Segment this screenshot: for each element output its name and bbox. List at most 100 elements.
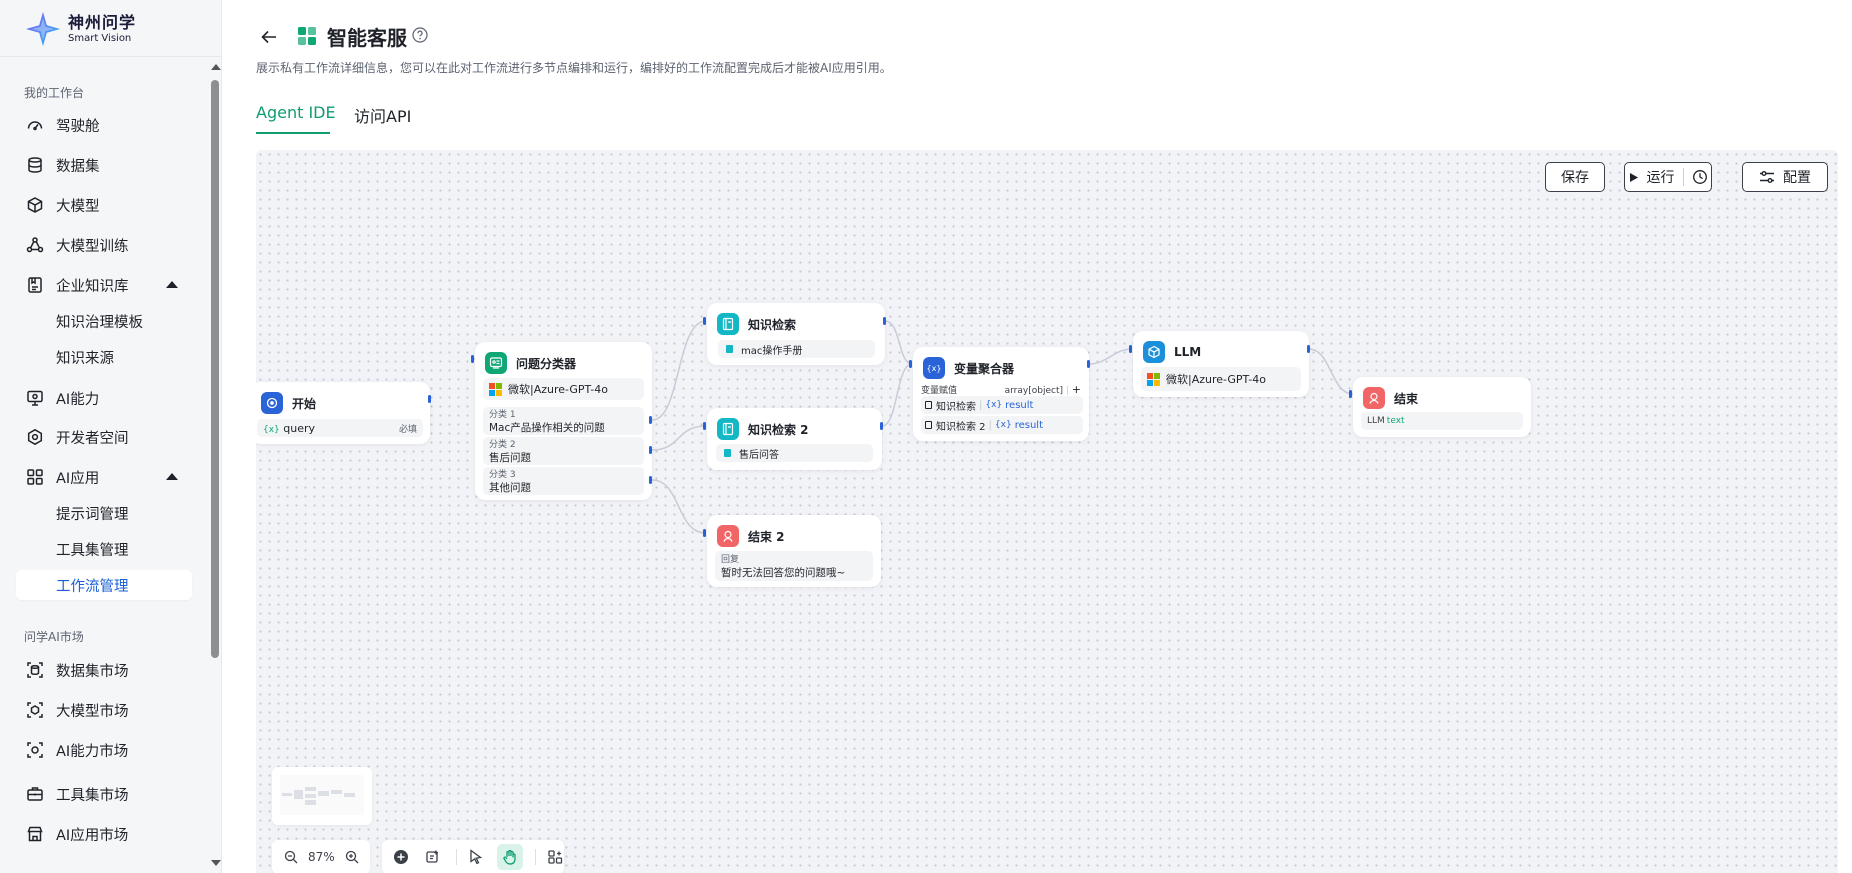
zoom-out-icon[interactable] xyxy=(282,848,300,866)
row-variable: result xyxy=(1005,399,1034,411)
sidebar-subitem-knowledge-source[interactable]: 知识来源 xyxy=(16,342,192,372)
class-item[interactable]: 分类 1 Mac产品操作相关的问题 xyxy=(483,407,644,435)
output-port[interactable] xyxy=(649,476,652,484)
output-port[interactable] xyxy=(1087,360,1090,368)
sidebar-subitem-prompt[interactable]: 提示词管理 xyxy=(16,498,192,528)
minimap[interactable] xyxy=(272,767,372,825)
scroll-thumb[interactable] xyxy=(211,80,219,658)
add-node-icon[interactable] xyxy=(392,848,410,866)
output-port[interactable] xyxy=(1307,345,1310,353)
model-name: 微软|Azure-GPT-4o xyxy=(1166,373,1266,386)
aggregator-row[interactable]: 知识检索 2 | {x} result xyxy=(921,416,1083,434)
sidebar-item-label: 大模型市场 xyxy=(56,703,129,720)
output-port[interactable] xyxy=(649,446,652,454)
scroll-down-arrow-icon[interactable] xyxy=(211,860,221,866)
output-port[interactable] xyxy=(883,317,886,325)
start-variable-row[interactable]: {x} query 必填 xyxy=(257,419,423,437)
node-llm[interactable]: LLM 微软|Azure-GPT-4o xyxy=(1133,331,1309,397)
sidebar-item-ai-ability[interactable]: AI能力 xyxy=(16,382,192,414)
pointer-icon[interactable] xyxy=(467,848,485,866)
workflow-edges xyxy=(473,320,1354,534)
output-port[interactable] xyxy=(880,422,883,430)
logo-star-icon xyxy=(25,11,61,47)
class-item[interactable]: 分类 3 其他问题 xyxy=(483,467,644,495)
tab-agent-ide[interactable]: Agent IDE xyxy=(256,103,336,122)
sidebar-subitem-workflow[interactable]: 工作流管理 xyxy=(16,570,192,600)
workflow-grid-icon xyxy=(298,27,316,45)
dataset-name: 售后问答 xyxy=(739,449,779,461)
node-title: 变量聚合器 xyxy=(954,361,1015,376)
node-question-classifier[interactable]: 问题分类器 微软|Azure-GPT-4o 分类 1 Mac产品操作相关的问题 … xyxy=(475,342,652,500)
sidebar-item-dataset[interactable]: 数据集 xyxy=(16,149,192,181)
database-icon xyxy=(26,156,44,174)
dataset-book-icon xyxy=(726,345,733,353)
input-port[interactable] xyxy=(1349,390,1352,398)
class-item[interactable]: 分类 2 售后问题 xyxy=(483,437,644,465)
input-port[interactable] xyxy=(1129,345,1132,353)
sidebar-item-training[interactable]: 大模型训练 xyxy=(16,229,192,261)
workflow-canvas[interactable]: 保存 运行 配置 开始 {x} query 必填 问题分类器 微软|Azure-… xyxy=(256,150,1838,873)
chevron-up-icon[interactable] xyxy=(166,473,178,480)
zoom-in-icon[interactable] xyxy=(343,848,361,866)
auto-layout-icon[interactable] xyxy=(546,848,564,866)
node-end[interactable]: 结束 LLM text xyxy=(1353,377,1531,437)
edge-kb1-to-aggregator xyxy=(884,320,913,365)
sidebar-item-label: 大模型 xyxy=(56,198,100,215)
back-button[interactable] xyxy=(256,24,282,50)
add-variable-button[interactable]: + xyxy=(1072,383,1081,396)
sidebar-subitem-governance-template[interactable]: 知识治理模板 xyxy=(16,306,192,336)
node-knowledge-retrieval-1[interactable]: 知识检索 mac操作手册 xyxy=(707,303,885,365)
reply-field[interactable]: 回复 暂时无法回答您的问题哦~ xyxy=(715,551,873,581)
stop-icon xyxy=(1363,387,1385,409)
node-variable-aggregator[interactable]: {x} 变量聚合器 变量赋值 array[object] | + 知识检索 | … xyxy=(913,347,1089,441)
sidebar-item-model-market[interactable]: 大模型市场 xyxy=(16,694,192,726)
output-port[interactable] xyxy=(649,416,652,424)
model-select[interactable]: 微软|Azure-GPT-4o xyxy=(483,378,644,400)
node-start[interactable]: 开始 {x} query 必填 xyxy=(256,382,430,444)
sidebar-item-ai-market[interactable]: AI能力市场 xyxy=(16,734,192,766)
edge-kb2-to-aggregator xyxy=(881,363,913,427)
tab-api-access[interactable]: 访问API xyxy=(354,103,411,127)
sidebar-item-model[interactable]: 大模型 xyxy=(16,189,192,221)
dataset-item[interactable]: mac操作手册 xyxy=(718,340,875,358)
input-port[interactable] xyxy=(703,422,706,430)
chevron-up-icon[interactable] xyxy=(166,281,178,288)
brand-logo[interactable]: 神州问学 Smart Vision xyxy=(24,10,136,48)
sidebar-item-label: 工具集市场 xyxy=(56,787,129,804)
input-port[interactable] xyxy=(703,529,706,537)
hand-pan-icon[interactable] xyxy=(497,844,523,870)
node-end-2[interactable]: 结束 2 回复 暂时无法回答您的问题哦~ xyxy=(707,515,881,587)
dataset-item[interactable]: 售后问答 xyxy=(716,444,873,462)
aggregator-row[interactable]: 知识检索 | {x} result xyxy=(921,396,1083,414)
monitor-icon xyxy=(26,389,44,407)
stop-icon xyxy=(717,525,739,547)
node-knowledge-retrieval-2[interactable]: 知识检索 2 售后问答 xyxy=(707,408,882,470)
edge-llm-to-end xyxy=(1308,348,1354,395)
sidebar-subitem-toolset[interactable]: 工具集管理 xyxy=(16,534,192,564)
arrow-left-icon xyxy=(261,30,276,44)
end-output-field[interactable]: LLM text xyxy=(1361,412,1523,430)
sidebar-item-knowledge[interactable]: 企业知识库 xyxy=(16,269,192,301)
input-port[interactable] xyxy=(703,317,706,325)
sidebar-item-toolbox-market[interactable]: 工具集市场 xyxy=(16,778,192,810)
input-port[interactable] xyxy=(471,355,474,363)
scroll-up-arrow-icon[interactable] xyxy=(211,64,221,70)
class-label: 分类 1 xyxy=(489,410,516,420)
dashboard-icon xyxy=(26,116,44,134)
sidebar-item-app-market[interactable]: AI应用市场 xyxy=(16,818,192,850)
node-title: 开始 xyxy=(292,396,317,411)
sidebar-item-label: 开发者空间 xyxy=(56,430,129,447)
input-port[interactable] xyxy=(909,360,912,368)
divider xyxy=(456,849,457,865)
sidebar-item-dataset-market[interactable]: 数据集市场 xyxy=(16,654,192,686)
group-label-workbench: 我的工作台 xyxy=(24,86,85,100)
variable-icon: {x} xyxy=(994,420,1012,430)
sidebar-item-dashboard[interactable]: 驾驶舱 xyxy=(16,109,192,141)
sidebar-item-developer[interactable]: 开发者空间 xyxy=(16,421,192,453)
add-note-icon[interactable] xyxy=(424,848,442,866)
sidebar-scrollbar[interactable] xyxy=(210,60,221,870)
sidebar-item-ai-apps[interactable]: AI应用 xyxy=(16,461,192,493)
help-icon[interactable] xyxy=(412,27,428,43)
model-select[interactable]: 微软|Azure-GPT-4o xyxy=(1141,367,1301,391)
output-port[interactable] xyxy=(428,395,431,403)
